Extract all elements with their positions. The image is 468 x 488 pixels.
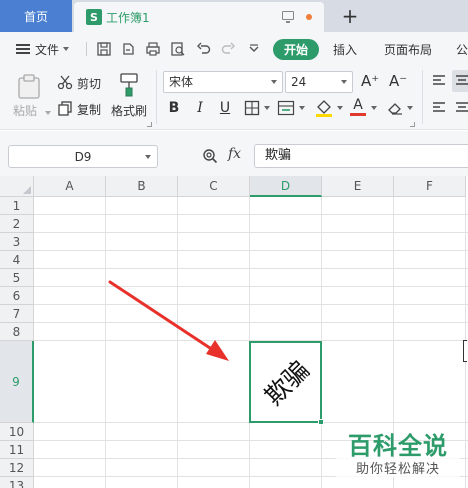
customize-quick-access-icon[interactable] xyxy=(246,41,262,57)
formula-input[interactable]: 欺骗 xyxy=(254,144,468,168)
file-menu[interactable]: 文件 xyxy=(16,32,70,66)
paste-button[interactable]: 粘贴 xyxy=(13,102,51,119)
spreadsheet-icon: S xyxy=(86,9,102,25)
tab-formulas[interactable]: 公 xyxy=(456,32,468,66)
copy-icon xyxy=(58,101,72,116)
font-size-select[interactable]: 24 xyxy=(285,71,353,93)
tab-workbook-label: 工作簿1 xyxy=(106,10,150,25)
chevron-down-icon xyxy=(341,80,347,84)
align-top-icon[interactable] xyxy=(432,74,446,88)
menu-bar: 文件 插入 页面布局 公 xyxy=(0,32,468,66)
scissors-icon xyxy=(57,75,73,90)
chevron-down-icon[interactable] xyxy=(407,106,413,110)
borders-icon[interactable] xyxy=(244,100,260,116)
tab-home[interactable]: 首页 xyxy=(0,0,72,32)
chevron-down-icon xyxy=(145,155,151,159)
dialog-launcher-icon[interactable] xyxy=(147,122,152,127)
tab-page-layout[interactable]: 页面布局 xyxy=(384,32,432,66)
divider xyxy=(422,70,423,124)
cell-reference: D9 xyxy=(74,149,92,164)
align-middle-icon xyxy=(456,75,468,85)
font-name-select[interactable]: 宋体 xyxy=(163,71,283,93)
insert-function-icon[interactable]: fx xyxy=(228,146,241,162)
zoom-icon[interactable] xyxy=(202,148,218,164)
chevron-down-icon xyxy=(63,47,70,51)
align-middle-button[interactable] xyxy=(452,70,468,92)
cut-button[interactable]: 剪切 xyxy=(77,75,101,92)
new-tab-button[interactable]: + xyxy=(338,3,362,29)
redo-icon[interactable] xyxy=(220,41,236,57)
font-color-button[interactable]: A xyxy=(350,96,366,116)
chevron-down-icon[interactable] xyxy=(371,106,377,110)
format-painter-button[interactable]: 格式刷 xyxy=(111,102,147,119)
print-icon[interactable] xyxy=(145,41,161,57)
chevron-down-icon xyxy=(44,111,51,115)
hamburger-icon xyxy=(16,44,30,54)
divider xyxy=(86,42,87,56)
copy-button[interactable]: 复制 xyxy=(77,101,101,118)
chevron-down-icon[interactable] xyxy=(299,106,305,110)
divider xyxy=(156,70,157,124)
unsaved-dot-icon xyxy=(306,14,312,20)
file-menu-label: 文件 xyxy=(35,42,60,57)
name-box[interactable]: D9 xyxy=(8,145,158,168)
underline-button[interactable]: U xyxy=(217,98,233,118)
title-bar: 首页 S 工作簿1 + xyxy=(0,0,468,32)
chevron-down-icon[interactable] xyxy=(337,106,343,110)
italic-button[interactable]: I xyxy=(192,98,208,118)
align-left-icon[interactable] xyxy=(432,101,446,115)
align-center-icon[interactable] xyxy=(455,101,468,115)
chevron-down-icon[interactable] xyxy=(264,106,270,110)
paste-label: 粘贴 xyxy=(13,104,38,118)
export-icon[interactable] xyxy=(120,41,136,57)
bold-button[interactable]: B xyxy=(166,98,182,118)
decrease-font-button[interactable]: A⁻ xyxy=(389,72,407,90)
tab-workbook[interactable]: S 工作簿1 xyxy=(74,2,324,32)
screen-icon[interactable] xyxy=(282,11,294,23)
fill-color-icon[interactable] xyxy=(314,98,334,118)
tab-start[interactable]: 开始 xyxy=(273,39,319,60)
chevron-down-icon xyxy=(271,80,277,84)
dialog-launcher-icon[interactable] xyxy=(410,122,415,127)
watermark-logo: 百科全说 xyxy=(348,432,448,460)
merge-cells-icon[interactable] xyxy=(277,100,295,116)
undo-icon[interactable] xyxy=(196,41,212,57)
eraser-icon[interactable] xyxy=(386,99,404,117)
font-color-letter: A xyxy=(353,96,363,113)
font-name-value: 宋体 xyxy=(169,75,194,89)
increase-font-button[interactable]: A⁺ xyxy=(361,72,379,90)
font-color-swatch xyxy=(350,112,366,116)
watermark-tagline: 助你轻松解决 xyxy=(336,458,460,477)
save-icon[interactable] xyxy=(96,41,112,57)
print-preview-icon[interactable] xyxy=(170,41,186,57)
paste-icon[interactable] xyxy=(16,74,42,100)
font-size-value: 24 xyxy=(291,75,307,89)
format-painter-icon xyxy=(120,73,138,97)
tab-insert[interactable]: 插入 xyxy=(333,32,357,66)
